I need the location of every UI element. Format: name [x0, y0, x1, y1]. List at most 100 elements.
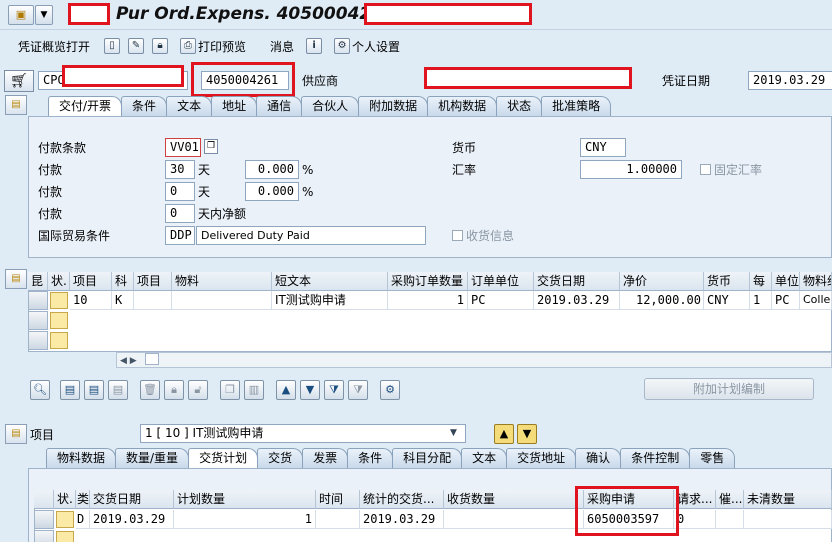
- system-menu-arrow-icon[interactable]: ▼: [35, 5, 53, 25]
- cell-po-qty[interactable]: 1: [388, 291, 468, 310]
- unlock-item-icon[interactable]: 🔓︎: [188, 380, 208, 400]
- tab-texts[interactable]: 文本: [166, 96, 213, 116]
- tab-address[interactable]: 地址: [211, 96, 258, 116]
- sched-header-reminder[interactable]: 催...: [716, 490, 744, 509]
- previous-item-button[interactable]: ▲: [494, 424, 514, 444]
- cell-item[interactable]: 10: [70, 291, 112, 310]
- status-cell[interactable]: [50, 292, 68, 309]
- tab-material-data[interactable]: 物料数据: [46, 448, 117, 468]
- tab-delivery[interactable]: 交货: [257, 448, 304, 468]
- item-expand-icon[interactable]: ▤: [5, 424, 27, 444]
- info-icon[interactable]: i: [306, 38, 323, 54]
- cell-delivery-date[interactable]: 2019.03.29: [534, 291, 620, 310]
- schedule-status-cell[interactable]: [56, 511, 74, 528]
- grid-header-config[interactable]: 昆: [28, 272, 48, 291]
- payment-terms-field[interactable]: VV01: [165, 138, 201, 157]
- sched-cell-delivery-date[interactable]: 2019.03.29: [90, 510, 174, 529]
- tab-additional-data[interactable]: 附加数据: [358, 96, 429, 116]
- tab-item-conditions[interactable]: 条件: [347, 448, 394, 468]
- paste-icon[interactable]: ▥: [244, 380, 264, 400]
- grid-header-currency[interactable]: 货币: [704, 272, 750, 291]
- schedule-status-cell[interactable]: [56, 531, 74, 542]
- fixed-rate-checkbox-box[interactable]: [700, 164, 711, 175]
- grid-header-po-qty[interactable]: 采购订单数量: [388, 272, 468, 291]
- cell-per[interactable]: 1: [750, 291, 772, 310]
- tab-item-texts[interactable]: 文本: [461, 448, 508, 468]
- row-selector[interactable]: [28, 331, 48, 350]
- cell-acct[interactable]: K: [112, 291, 134, 310]
- sched-header-time[interactable]: 时间: [316, 490, 360, 509]
- row-selector[interactable]: [28, 311, 48, 330]
- copy-icon[interactable]: ❐: [204, 139, 218, 154]
- grid-header-material[interactable]: 物料: [172, 272, 272, 291]
- tab-condition-control[interactable]: 条件控制: [620, 448, 691, 468]
- cell-net-price[interactable]: 12,000.00: [620, 291, 704, 310]
- days-field-2[interactable]: 0: [165, 182, 195, 201]
- tab-status[interactable]: 状态: [496, 96, 543, 116]
- gr-message-checkbox-box[interactable]: [452, 230, 463, 241]
- tab-delivery-invoice[interactable]: 交付/开票: [48, 96, 123, 117]
- personal-settings-button[interactable]: 个人设置: [352, 38, 400, 55]
- details-icon[interactable]: 🔍︎: [30, 380, 50, 400]
- grid-header-unit[interactable]: 单位: [772, 272, 800, 291]
- cell-currency[interactable]: CNY: [704, 291, 750, 310]
- print-preview-icon[interactable]: ⎙: [180, 38, 197, 54]
- sched-header-gr-qty[interactable]: 收货数量: [444, 490, 584, 509]
- cell-item-cat[interactable]: [134, 291, 172, 310]
- cell-material-group[interactable]: Collec: [800, 291, 832, 310]
- next-item-button[interactable]: ▼: [517, 424, 537, 444]
- grid-header-item-cat[interactable]: 项目: [134, 272, 172, 291]
- sched-cell-scheduled-qty[interactable]: 1: [174, 510, 316, 529]
- configuration-icon[interactable]: ⚙: [380, 380, 400, 400]
- grid-header-delivery-date[interactable]: 交货日期: [534, 272, 620, 291]
- tab-account-assignment[interactable]: 科目分配: [392, 448, 463, 468]
- items-expand-icon[interactable]: ▤: [5, 269, 27, 289]
- toolbar-overview-button[interactable]: 凭证概览打开: [18, 38, 90, 55]
- schedule-row-selector[interactable]: [34, 530, 54, 542]
- horizontal-scrollbar[interactable]: ◀ ▶: [116, 352, 832, 368]
- percent-field-2[interactable]: 0.000: [245, 182, 299, 201]
- messages-button[interactable]: 消息: [270, 38, 294, 55]
- po-number-field[interactable]: 4050004261: [201, 71, 289, 90]
- sched-cell-stat-delivery-date[interactable]: 2019.03.29: [360, 510, 444, 529]
- days-field-1[interactable]: 30: [165, 160, 195, 179]
- row-selector[interactable]: [28, 291, 48, 310]
- sched-header-delivery-date[interactable]: 交货日期: [90, 490, 174, 509]
- tab-delivery-address[interactable]: 交货地址: [506, 448, 577, 468]
- gr-message-checkbox[interactable]: 收货信息: [452, 228, 514, 244]
- sched-header-stat-delivery-date[interactable]: 统计的交货...: [360, 490, 444, 509]
- paste-item-icon[interactable]: ▤: [84, 380, 104, 400]
- tab-invoice[interactable]: 发票: [302, 448, 349, 468]
- sched-header-status[interactable]: 状.: [54, 490, 76, 509]
- tab-retail[interactable]: 零售: [689, 448, 736, 468]
- sched-header-req-item[interactable]: 请求...: [674, 490, 716, 509]
- sched-cell-time[interactable]: [316, 510, 360, 529]
- grid-header-material-group[interactable]: 物料组: [800, 272, 832, 291]
- status-cell[interactable]: [50, 332, 68, 349]
- personal-settings-icon[interactable]: ⚙: [334, 38, 351, 54]
- sched-cell-req-item[interactable]: 0: [674, 510, 716, 529]
- sched-header-selector[interactable]: [34, 490, 54, 509]
- system-menu-icon[interactable]: ▣: [8, 5, 34, 25]
- grid-header-acct[interactable]: 科: [112, 272, 134, 291]
- tab-quantity-weight[interactable]: 数量/重量: [115, 448, 190, 468]
- status-cell[interactable]: [50, 312, 68, 329]
- print-preview-button[interactable]: 打印预览: [198, 38, 246, 55]
- currency-field[interactable]: CNY: [580, 138, 626, 157]
- filter-settings-icon[interactable]: ⧩: [348, 380, 368, 400]
- cell-material[interactable]: [172, 291, 272, 310]
- doc-date-field[interactable]: 2019.03.29: [748, 71, 832, 90]
- grid-header-per[interactable]: 每: [750, 272, 772, 291]
- incoterms-text-field[interactable]: Delivered Duty Paid: [196, 226, 426, 245]
- sched-cell-open-qty[interactable]: [744, 510, 832, 529]
- additional-planning-button[interactable]: 附加计划编制: [644, 378, 814, 400]
- sched-header-scheduled-qty[interactable]: 计划数量: [174, 490, 316, 509]
- duplicate-item-icon[interactable]: ▤: [108, 380, 128, 400]
- grid-header-order-unit[interactable]: 订单单位: [468, 272, 534, 291]
- grid-header-item[interactable]: 项目: [70, 272, 112, 291]
- fixed-rate-checkbox[interactable]: 固定汇率: [700, 162, 762, 178]
- dropdown-arrow-icon[interactable]: ▼: [450, 426, 457, 440]
- document-icon[interactable]: ▯: [104, 38, 121, 54]
- tab-confirmations[interactable]: 确认: [575, 448, 622, 468]
- grid-header-status[interactable]: 状.: [48, 272, 70, 291]
